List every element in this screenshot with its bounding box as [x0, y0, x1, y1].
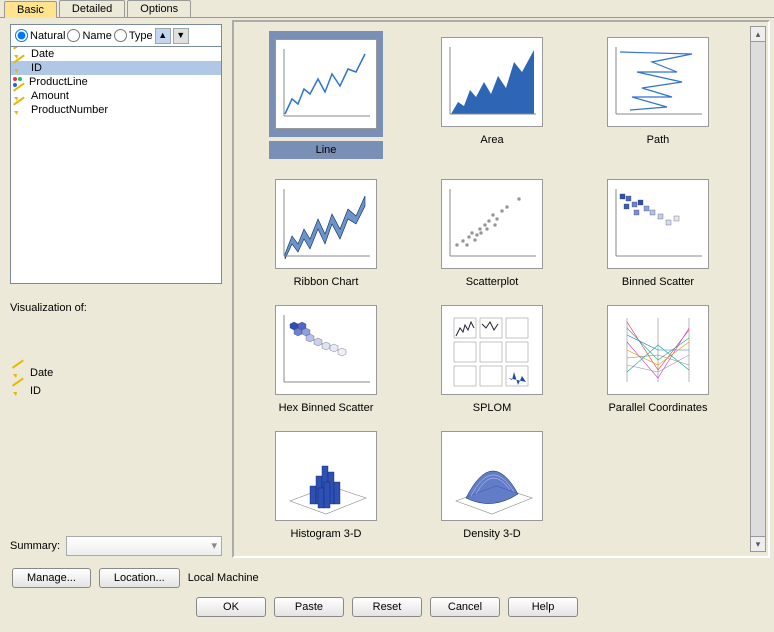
field-label: Date [31, 48, 54, 60]
location-button[interactable]: Location... [99, 568, 180, 588]
chart-label: Histogram 3-D [291, 528, 362, 540]
radio-natural-label: Natural [30, 30, 65, 42]
chart-label: Ribbon Chart [294, 276, 359, 288]
chart-label: Parallel Coordinates [608, 402, 707, 414]
summary-row: Summary: [10, 536, 222, 556]
chart-label: Area [480, 134, 503, 146]
location-label: Local Machine [188, 572, 259, 584]
chart-label: SPLOM [473, 402, 512, 414]
chart-label: Line [269, 141, 383, 159]
chart-histogram-3d[interactable]: Histogram 3-D [248, 428, 404, 544]
summary-select[interactable] [66, 536, 222, 556]
chart-parallel[interactable]: Parallel Coordinates [580, 302, 736, 418]
chart-density-3d[interactable]: Density 3-D [414, 428, 570, 544]
field-label: ID [31, 62, 42, 74]
chart-ribbon[interactable]: Ribbon Chart [248, 176, 404, 292]
field-item-productline[interactable]: ProductLine [11, 75, 221, 89]
chart-line[interactable]: Line [248, 34, 404, 166]
bottom-bar: Manage... Location... Local Machine [0, 562, 774, 594]
field-item-date[interactable]: Date [11, 47, 221, 61]
ruler-icon [12, 367, 26, 379]
radio-name[interactable]: Name [67, 29, 111, 42]
field-label: Amount [31, 90, 69, 102]
cancel-button[interactable]: Cancel [430, 597, 500, 617]
paste-button[interactable]: Paste [274, 597, 344, 617]
visualization-of-label: Visualization of: [10, 302, 222, 314]
field-item-amount[interactable]: Amount [11, 89, 221, 103]
field-item-id[interactable]: ID [11, 61, 221, 75]
ok-button[interactable]: OK [196, 597, 266, 617]
tab-options[interactable]: Options [127, 0, 191, 17]
left-panel: Natural Name Type ▲ ▼ Date ID ProductLin… [0, 18, 228, 562]
chart-splom[interactable]: SPLOM [414, 302, 570, 418]
chart-label: Path [647, 134, 670, 146]
ruler-icon [13, 104, 27, 116]
chart-label: Binned Scatter [622, 276, 694, 288]
tab-detailed[interactable]: Detailed [59, 0, 125, 17]
viz-item-label: ID [30, 385, 41, 397]
sort-desc-button[interactable]: ▼ [173, 28, 189, 44]
summary-label: Summary: [10, 540, 60, 552]
radio-natural[interactable]: Natural [15, 29, 65, 42]
chart-label: Hex Binned Scatter [279, 402, 374, 414]
sort-row: Natural Name Type ▲ ▼ [10, 24, 222, 46]
radio-name-label: Name [82, 30, 111, 42]
chart-hex-binned[interactable]: Hex Binned Scatter [248, 302, 404, 418]
viz-item-label: Date [30, 367, 53, 379]
chart-scatter[interactable]: Scatterplot [414, 176, 570, 292]
field-label: ProductNumber [31, 104, 108, 116]
help-button[interactable]: Help [508, 597, 578, 617]
visualization-of-section: Visualization of: Date ID [10, 284, 222, 400]
radio-type[interactable]: Type [114, 29, 153, 42]
chart-path[interactable]: Path [580, 34, 736, 166]
chart-area[interactable]: Area [414, 34, 570, 166]
viz-item-date[interactable]: Date [10, 364, 222, 382]
field-label: ProductLine [29, 76, 88, 88]
tab-basic[interactable]: Basic [4, 1, 57, 18]
chart-label: Scatterplot [466, 276, 519, 288]
viz-item-id[interactable]: ID [10, 382, 222, 400]
manage-button[interactable]: Manage... [12, 568, 91, 588]
reset-button[interactable]: Reset [352, 597, 422, 617]
chart-binned-scatter[interactable]: Binned Scatter [580, 176, 736, 292]
sort-asc-button[interactable]: ▲ [155, 28, 171, 44]
field-list[interactable]: Date ID ProductLine Amount ProductNumber [10, 46, 222, 284]
tab-strip: Basic Detailed Options [0, 0, 774, 18]
scrollbar[interactable] [750, 26, 766, 552]
chart-gallery: Line Area Path Ribbon Chart [232, 20, 770, 558]
radio-type-label: Type [129, 30, 153, 42]
field-item-productnumber[interactable]: ProductNumber [11, 103, 221, 117]
ruler-icon [12, 385, 26, 397]
chart-label: Density 3-D [463, 528, 520, 540]
ruler-icon [13, 62, 27, 74]
action-row: OK Paste Reset Cancel Help [0, 594, 774, 625]
